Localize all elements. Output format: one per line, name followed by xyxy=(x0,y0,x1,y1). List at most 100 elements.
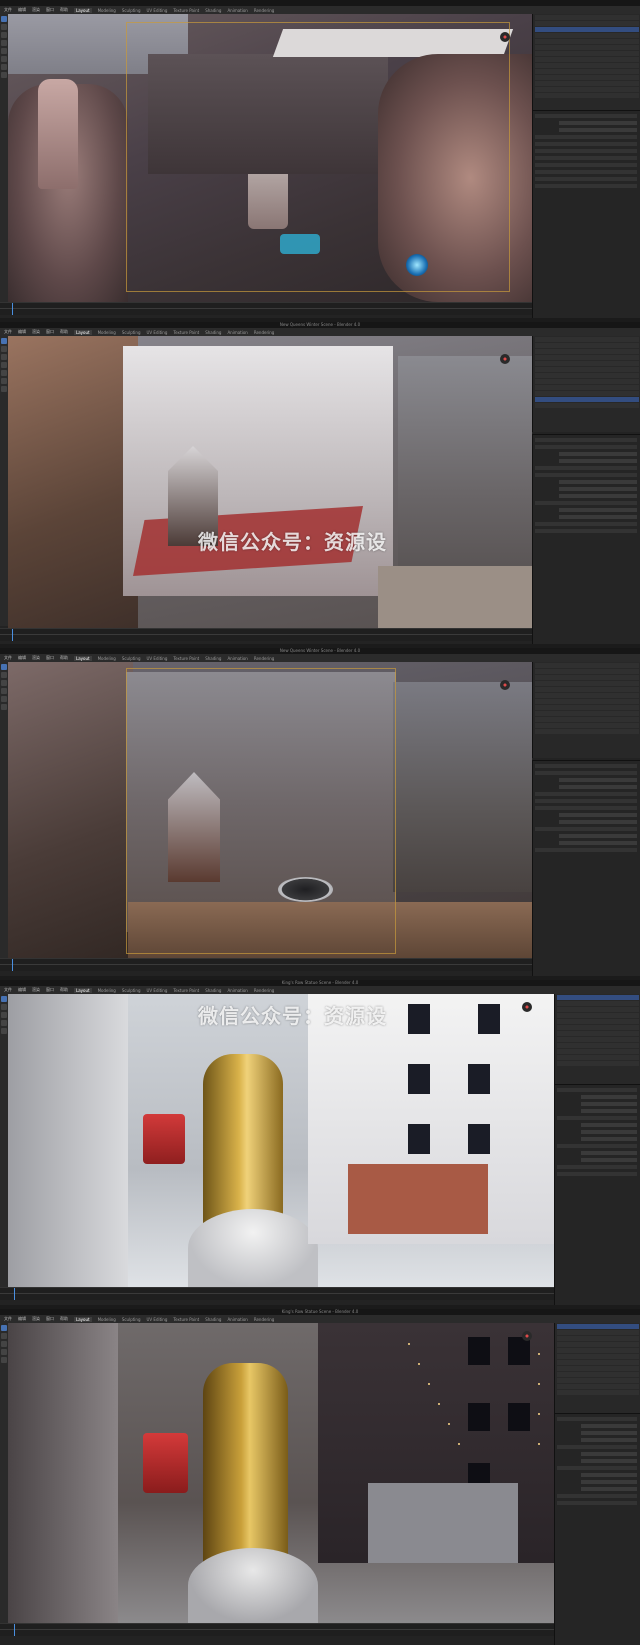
tab-rendering[interactable]: Rendering xyxy=(254,988,274,993)
outliner-row[interactable] xyxy=(557,1372,639,1377)
prop-header[interactable] xyxy=(535,445,637,449)
move-tool-icon[interactable] xyxy=(1,1341,7,1347)
menu-render[interactable]: 渲染 xyxy=(32,655,40,661)
tab-shading[interactable]: Shading xyxy=(205,1317,221,1322)
prop-header[interactable] xyxy=(557,1144,637,1148)
tab-modeling[interactable]: Modeling xyxy=(98,656,116,661)
prop-field[interactable] xyxy=(559,841,637,845)
outliner-row[interactable] xyxy=(535,87,639,92)
select-tool-icon[interactable] xyxy=(1,996,7,1002)
outliner-row[interactable] xyxy=(535,675,639,680)
tab-layout[interactable]: Layout xyxy=(74,655,92,661)
outliner-row[interactable] xyxy=(557,1378,639,1383)
outliner-row[interactable] xyxy=(535,51,639,56)
outliner-row[interactable] xyxy=(557,1055,639,1060)
prop-field[interactable] xyxy=(581,1431,637,1435)
prop-field[interactable] xyxy=(559,820,637,824)
tab-uv-editing[interactable]: UV Editing xyxy=(147,1317,168,1322)
prop-header[interactable] xyxy=(535,466,637,470)
outliner-row-selected[interactable] xyxy=(557,1324,639,1329)
tab-animation[interactable]: Animation xyxy=(227,8,247,13)
tab-sculpting[interactable]: Sculpting xyxy=(122,1317,141,1322)
prop-header[interactable] xyxy=(535,501,637,505)
outliner-row[interactable] xyxy=(557,1049,639,1054)
prop-header[interactable] xyxy=(535,142,637,146)
outliner-row[interactable] xyxy=(535,403,639,408)
tab-texture-paint[interactable]: Texture Paint xyxy=(173,656,199,661)
outliner[interactable] xyxy=(532,662,640,758)
menu-file[interactable]: 文件 xyxy=(4,655,12,661)
axis-gizmo-icon[interactable] xyxy=(522,1002,532,1012)
prop-header[interactable] xyxy=(535,806,637,810)
3d-viewport[interactable] xyxy=(8,662,532,958)
prop-header[interactable] xyxy=(535,170,637,174)
tab-texture-paint[interactable]: Texture Paint xyxy=(173,988,199,993)
prop-field[interactable] xyxy=(559,128,637,132)
timeline[interactable] xyxy=(0,302,532,315)
rotate-tool-icon[interactable] xyxy=(1,1349,7,1355)
menu-window[interactable]: 窗口 xyxy=(46,987,54,993)
properties-panel[interactable] xyxy=(532,434,640,644)
outliner-row[interactable] xyxy=(535,717,639,722)
menu-help[interactable]: 帮助 xyxy=(60,655,68,661)
outliner-row-selected[interactable] xyxy=(535,397,639,402)
prop-header[interactable] xyxy=(535,177,637,181)
menu-file[interactable]: 文件 xyxy=(4,329,12,335)
move-tool-icon[interactable] xyxy=(1,354,7,360)
prop-header[interactable] xyxy=(535,771,637,775)
menu-render[interactable]: 渲染 xyxy=(32,987,40,993)
prop-header[interactable] xyxy=(535,135,637,139)
outliner-row[interactable] xyxy=(557,1360,639,1365)
tab-sculpting[interactable]: Sculpting xyxy=(122,330,141,335)
prop-field[interactable] xyxy=(559,785,637,789)
prop-field[interactable] xyxy=(581,1424,637,1428)
outliner-row[interactable] xyxy=(535,663,639,668)
prop-header[interactable] xyxy=(535,149,637,153)
prop-header[interactable] xyxy=(535,163,637,167)
outliner[interactable] xyxy=(532,14,640,110)
prop-field[interactable] xyxy=(581,1158,637,1162)
3d-viewport[interactable] xyxy=(8,1323,554,1623)
menu-render[interactable]: 渲染 xyxy=(32,7,40,13)
prop-field[interactable] xyxy=(559,778,637,782)
tab-shading[interactable]: Shading xyxy=(205,656,221,661)
prop-field[interactable] xyxy=(581,1137,637,1141)
playhead[interactable] xyxy=(14,1288,15,1300)
rotate-tool-icon[interactable] xyxy=(1,362,7,368)
prop-header[interactable] xyxy=(535,522,637,526)
cursor-tool-icon[interactable] xyxy=(1,24,7,30)
outliner[interactable] xyxy=(532,336,640,432)
axis-gizmo-icon[interactable] xyxy=(500,354,510,364)
menu-edit[interactable]: 编辑 xyxy=(18,7,26,13)
outliner-row[interactable] xyxy=(557,1390,639,1395)
tab-rendering[interactable]: Rendering xyxy=(254,1317,274,1322)
tab-uv-editing[interactable]: UV Editing xyxy=(147,656,168,661)
properties-panel[interactable] xyxy=(554,1413,640,1645)
tab-animation[interactable]: Animation xyxy=(227,1317,247,1322)
menu-render[interactable]: 渲染 xyxy=(32,329,40,335)
outliner[interactable] xyxy=(554,994,640,1084)
prop-field[interactable] xyxy=(581,1130,637,1134)
select-tool-icon[interactable] xyxy=(1,1325,7,1331)
select-tool-icon[interactable] xyxy=(1,338,7,344)
outliner-row[interactable] xyxy=(535,355,639,360)
menu-window[interactable]: 窗口 xyxy=(46,655,54,661)
prop-header[interactable] xyxy=(557,1172,637,1176)
tab-animation[interactable]: Animation xyxy=(227,330,247,335)
prop-field[interactable] xyxy=(581,1123,637,1127)
annotate-tool-icon[interactable] xyxy=(1,386,7,392)
tab-animation[interactable]: Animation xyxy=(227,988,247,993)
tab-rendering[interactable]: Rendering xyxy=(254,656,274,661)
prop-field[interactable] xyxy=(581,1438,637,1442)
prop-header[interactable] xyxy=(535,799,637,803)
outliner-row[interactable] xyxy=(535,349,639,354)
3d-viewport[interactable]: 微信公众号：资源设 xyxy=(8,994,554,1287)
prop-header[interactable] xyxy=(557,1116,637,1120)
prop-header[interactable] xyxy=(557,1501,637,1505)
tab-modeling[interactable]: Modeling xyxy=(98,330,116,335)
prop-header[interactable] xyxy=(535,184,637,188)
select-tool-icon[interactable] xyxy=(1,664,7,670)
outliner-row[interactable] xyxy=(535,15,639,20)
outliner-row[interactable] xyxy=(535,729,639,734)
outliner-row[interactable] xyxy=(535,337,639,342)
